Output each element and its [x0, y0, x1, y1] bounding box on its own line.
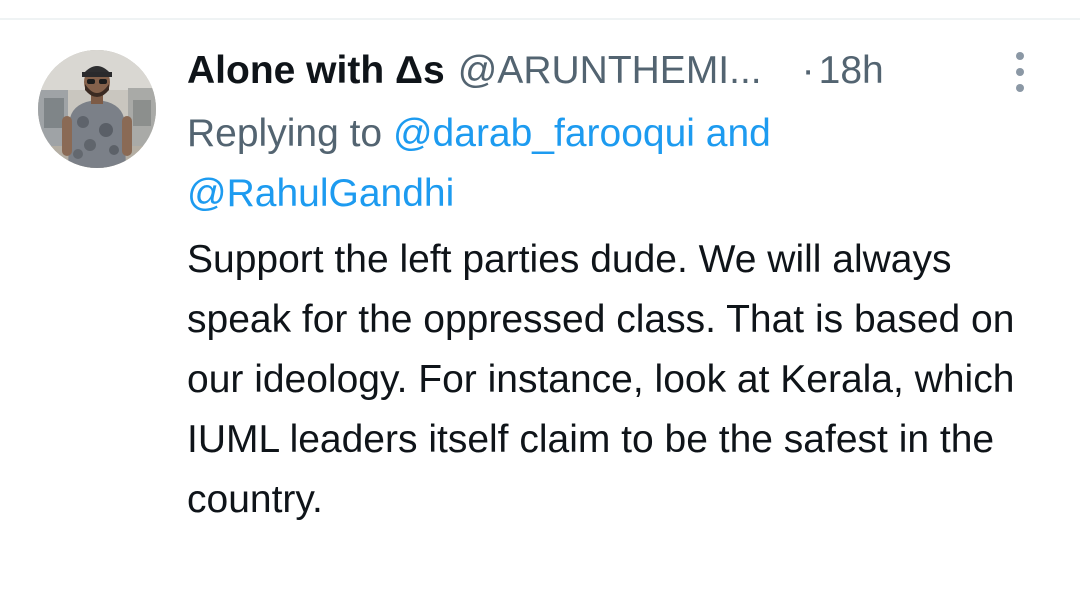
tweet[interactable]: Alone with Δs @ARUNTHEMI... · 18h Replyi… [187, 44, 1047, 530]
mention-link[interactable]: @darab_farooqui [393, 112, 695, 155]
more-dot [1016, 52, 1024, 60]
tweet-text: Support the left parties dude. We will a… [187, 238, 1015, 521]
more-vertical-icon[interactable] [1013, 52, 1027, 92]
reply-context: Replying to @darab_farooqui and @RahulGa… [187, 104, 947, 224]
more-dot [1016, 68, 1024, 76]
avatar-photo [38, 50, 156, 168]
separator-dot: · [801, 49, 815, 92]
mention-link[interactable]: @RahulGandhi [187, 172, 454, 215]
author-handle[interactable]: @ARUNTHEMI... [458, 49, 762, 93]
reply-conjunction: and [705, 112, 771, 155]
more-dot [1016, 84, 1024, 92]
avatar[interactable] [38, 50, 156, 168]
author-display-name[interactable]: Alone with Δs [187, 49, 445, 93]
tweet-header: Alone with Δs @ARUNTHEMI... · 18h [187, 44, 1047, 98]
reply-prefix: Replying to [187, 112, 383, 155]
timestamp[interactable]: 18h [819, 49, 884, 93]
top-divider [0, 18, 1080, 20]
